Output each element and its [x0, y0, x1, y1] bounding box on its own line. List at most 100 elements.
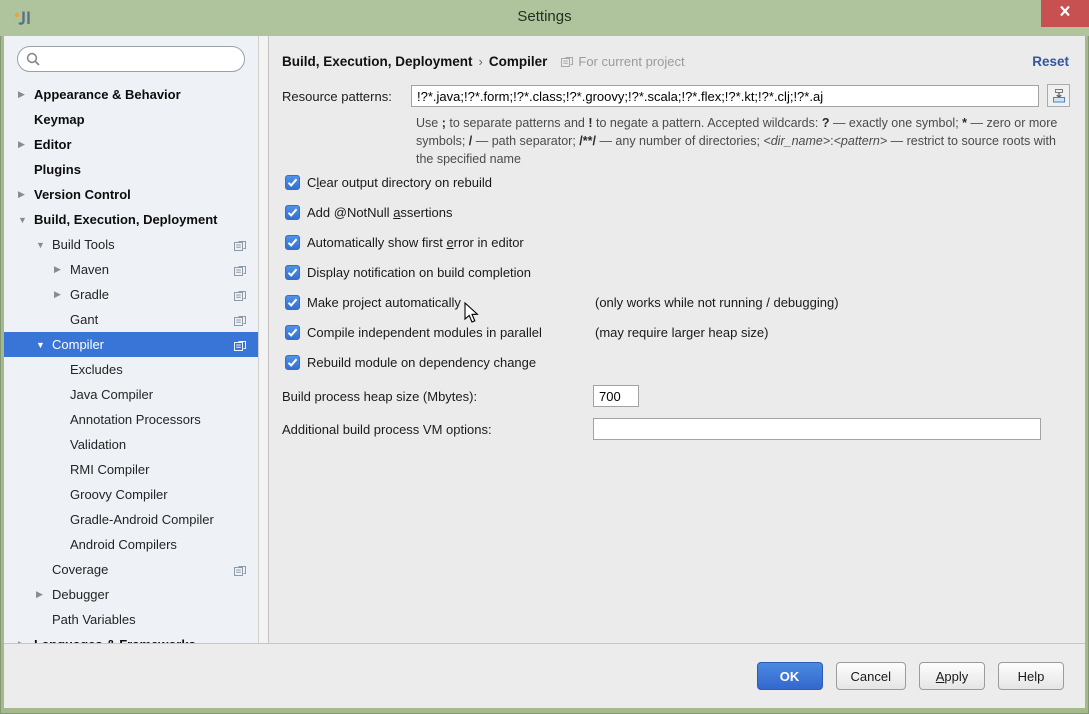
- checkbox-label-part: C: [307, 175, 316, 190]
- option-note: (may require larger heap size): [595, 325, 768, 340]
- checkbox-row-automatically-show-first-error-in-editor[interactable]: Automatically show first error in editor: [282, 227, 1069, 257]
- sidebar-item-version-control[interactable]: ▶Version Control: [4, 182, 258, 207]
- shared-settings-icon: [234, 339, 246, 351]
- sidebar-item-editor[interactable]: ▶Editor: [4, 132, 258, 157]
- sidebar-item-label: Java Compiler: [70, 387, 153, 402]
- chevron-right-icon[interactable]: ▶: [18, 139, 34, 150]
- checkbox-clear-output-directory-on-rebuild[interactable]: [285, 175, 300, 190]
- window-title: Settings: [0, 8, 1089, 25]
- shared-settings-icon: [234, 289, 246, 301]
- sidebar-item-gradle-android-compiler[interactable]: Gradle-Android Compiler: [4, 507, 258, 532]
- sidebar-item-debugger[interactable]: ▶Debugger: [4, 582, 258, 607]
- reset-link[interactable]: Reset: [1032, 54, 1069, 69]
- sidebar-item-java-compiler[interactable]: Java Compiler: [4, 382, 258, 407]
- breadcrumb-current: Compiler: [489, 54, 548, 69]
- search-box[interactable]: [17, 46, 245, 72]
- sidebar-item-android-compilers[interactable]: Android Compilers: [4, 532, 258, 557]
- checkbox-label-part: Display notification on build completion: [307, 265, 531, 280]
- checkmark-icon: [286, 206, 299, 219]
- sidebar-item-maven[interactable]: ▶Maven: [4, 257, 258, 282]
- close-icon: [1057, 4, 1073, 23]
- search-icon: [25, 51, 42, 68]
- sidebar-item-label: Plugins: [34, 162, 81, 177]
- button-label-part: Help: [1018, 669, 1045, 684]
- ok-button[interactable]: OK: [757, 662, 823, 690]
- checkbox-display-notification-on-build-completion[interactable]: [285, 265, 300, 280]
- chevron-right-icon[interactable]: ▶: [36, 589, 52, 600]
- sidebar-item-label: Debugger: [52, 587, 109, 602]
- heap-size-input[interactable]: [593, 385, 639, 407]
- checkbox-compile-independent-modules-in-parallel[interactable]: [285, 325, 300, 340]
- checkmark-icon: [286, 326, 299, 339]
- cancel-button[interactable]: Cancel: [836, 662, 906, 690]
- button-label-part: pply: [944, 669, 968, 684]
- chevron-right-icon[interactable]: ▶: [18, 189, 34, 200]
- title-bar[interactable]: Settings: [0, 0, 1089, 36]
- sidebar-item-compiler[interactable]: ▼Compiler: [4, 332, 258, 357]
- help-text-segment: <dir_name>: [763, 134, 830, 148]
- checkbox-label: Automatically show first error in editor: [307, 235, 524, 250]
- checkbox-make-project-automatically[interactable]: [285, 295, 300, 310]
- sidebar-item-build-tools[interactable]: ▼Build Tools: [4, 232, 258, 257]
- sidebar-item-label: Gradle: [70, 287, 109, 302]
- help-button[interactable]: Help: [998, 662, 1064, 690]
- vm-options-input[interactable]: [593, 418, 1041, 440]
- checkbox-label-part: ssertions: [400, 205, 452, 220]
- chevron-down-icon[interactable]: ▼: [36, 240, 52, 250]
- sidebar-item-annotation-processors[interactable]: Annotation Processors: [4, 407, 258, 432]
- sidebar-item-path-variables[interactable]: Path Variables: [4, 607, 258, 632]
- sidebar-item-label: Annotation Processors: [70, 412, 201, 427]
- checkbox-label: Display notification on build completion: [307, 265, 531, 280]
- sidebar-item-label: Build Tools: [52, 237, 115, 252]
- sidebar-item-gant[interactable]: Gant: [4, 307, 258, 332]
- sidebar-item-excludes[interactable]: Excludes: [4, 357, 258, 382]
- search-input[interactable]: [46, 48, 244, 70]
- sidebar-item-label: Version Control: [34, 187, 131, 202]
- chevron-right-icon[interactable]: ▶: [54, 289, 70, 300]
- resource-patterns-input[interactable]: [411, 85, 1039, 107]
- sidebar-item-label: Compiler: [52, 337, 104, 352]
- checkbox-rebuild-module-on-dependency-change[interactable]: [285, 355, 300, 370]
- checkbox-row-make-project-automatically[interactable]: Make project automatically(only works wh…: [282, 287, 1069, 317]
- sidebar-item-rmi-compiler[interactable]: RMI Compiler: [4, 457, 258, 482]
- checkbox-row-clear-output-directory-on-rebuild[interactable]: Clear output directory on rebuild: [282, 167, 1069, 197]
- heap-size-label: Build process heap size (Mbytes):: [282, 389, 477, 404]
- sidebar-item-coverage[interactable]: Coverage: [4, 557, 258, 582]
- scope-label: For current project: [578, 54, 684, 69]
- vm-options-label: Additional build process VM options:: [282, 422, 492, 437]
- breadcrumb-parent[interactable]: Build, Execution, Deployment: [282, 54, 473, 69]
- chevron-right-icon[interactable]: ▶: [18, 89, 34, 100]
- sidebar-item-gradle[interactable]: ▶Gradle: [4, 282, 258, 307]
- sidebar-item-build-execution-deployment[interactable]: ▼Build, Execution, Deployment: [4, 207, 258, 232]
- expand-field-button[interactable]: [1047, 84, 1070, 107]
- sidebar-item-groovy-compiler[interactable]: Groovy Compiler: [4, 482, 258, 507]
- sidebar-item-label: RMI Compiler: [70, 462, 149, 477]
- checkmark-icon: [286, 176, 299, 189]
- checkbox-label: Clear output directory on rebuild: [307, 175, 492, 190]
- checkbox-row-display-notification-on-build-completion[interactable]: Display notification on build completion: [282, 257, 1069, 287]
- close-button[interactable]: [1041, 0, 1089, 27]
- shared-settings-icon: [561, 55, 573, 67]
- checkbox-row-compile-independent-modules-in-parallel[interactable]: Compile independent modules in parallel(…: [282, 317, 1069, 347]
- checkbox-row-add-notnull-assertions[interactable]: Add @NotNull assertions: [282, 197, 1069, 227]
- checkmark-icon: [286, 236, 299, 249]
- sidebar-item-label: Path Variables: [52, 612, 136, 627]
- checkbox-label-part: Automatically show first: [307, 235, 446, 250]
- sidebar-scrollbar[interactable]: [258, 36, 269, 643]
- sidebar-item-label: Validation: [70, 437, 126, 452]
- sidebar-item-validation[interactable]: Validation: [4, 432, 258, 457]
- sidebar-item-languages-frameworks[interactable]: ▶Languages & Frameworks: [4, 632, 258, 643]
- chevron-right-icon[interactable]: ▶: [54, 264, 70, 275]
- sidebar-item-keymap[interactable]: Keymap: [4, 107, 258, 132]
- chevron-down-icon[interactable]: ▼: [36, 340, 52, 350]
- checkbox-add-notnull-assertions[interactable]: [285, 205, 300, 220]
- sidebar-item-plugins[interactable]: Plugins: [4, 157, 258, 182]
- apply-button[interactable]: Apply: [919, 662, 985, 690]
- sidebar-item-label: Excludes: [70, 362, 123, 377]
- chevron-down-icon[interactable]: ▼: [18, 215, 34, 225]
- checkbox-row-rebuild-module-on-dependency-change[interactable]: Rebuild module on dependency change: [282, 347, 1069, 377]
- sidebar-item-appearance-behavior[interactable]: ▶Appearance & Behavior: [4, 82, 258, 107]
- sidebar-item-label: Groovy Compiler: [70, 487, 168, 502]
- checkbox-automatically-show-first-error-in-editor[interactable]: [285, 235, 300, 250]
- compiler-options-list: Clear output directory on rebuild Add @No…: [282, 167, 1069, 377]
